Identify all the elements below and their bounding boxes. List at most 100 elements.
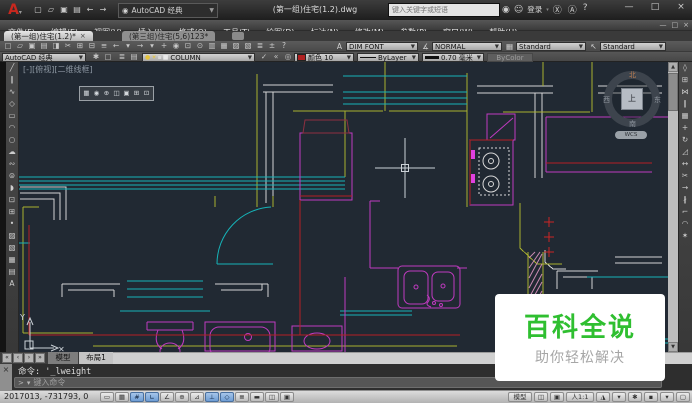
zoom-previous-icon[interactable]: ⊙ [194, 41, 206, 51]
last-layout-button[interactable]: » [35, 353, 45, 363]
next-layout-button[interactable]: › [24, 353, 34, 363]
color-dropdown[interactable]: 颜色 10 ▼ [294, 53, 354, 62]
file-tab-active[interactable]: (第一组)住宅(1.2)* × [4, 31, 93, 41]
lineweight-dropdown[interactable]: 0.70 毫米 ▼ [422, 53, 484, 62]
layer-dropdown[interactable]: ● ☀ ▪ ■ COLUMN ▼ [142, 53, 255, 62]
layer-isolate-icon[interactable]: ◎ [282, 52, 294, 62]
open-icon[interactable]: ▱ [14, 41, 26, 51]
ellipse-arc-icon[interactable]: ◗ [6, 182, 18, 194]
dim-style-dropdown[interactable]: NORMAL ▼ [432, 42, 502, 51]
linetype-dropdown[interactable]: ByLayer ▼ [357, 53, 419, 62]
workspace-settings-icon[interactable]: ✱ [90, 52, 102, 62]
scale-icon[interactable]: ◿ [679, 146, 691, 158]
layer-states-icon[interactable]: ▤ [128, 52, 140, 62]
rectangle-icon[interactable]: ▭ [6, 110, 18, 122]
toolbar-lock-button[interactable]: ▪ [644, 392, 658, 402]
workspace-switching-button[interactable]: ✱ [628, 392, 642, 402]
undo-caret-icon[interactable]: ▾ [122, 41, 134, 51]
help-icon[interactable]: ? [278, 41, 290, 51]
copy-clip-icon[interactable]: ⊞ [74, 41, 86, 51]
new-tab-button[interactable] [232, 32, 244, 40]
snap-toggle[interactable]: ▦ [115, 392, 129, 402]
quickcalc-icon[interactable]: ± [266, 41, 278, 51]
clean-screen-button[interactable]: ▢ [676, 392, 690, 402]
vertical-scrollbar[interactable]: ▲ ▼ [668, 62, 678, 352]
mirror-icon[interactable]: ⋈ [679, 86, 691, 98]
viewcube-wcs-menu[interactable]: WCS [615, 131, 647, 139]
save-icon[interactable]: ▣ [26, 41, 38, 51]
gradient-icon[interactable]: ▧ [6, 242, 18, 254]
help-icon[interactable]: ? [583, 3, 588, 16]
otrack-toggle[interactable]: ⊥ [205, 392, 219, 402]
snap-intersection-icon[interactable]: ⊞ [132, 88, 141, 99]
layer-lock-icon[interactable]: ▪ [158, 54, 162, 62]
new-file-icon[interactable]: ▢ [2, 41, 14, 51]
grid-toggle[interactable]: # [130, 392, 144, 402]
open-icon[interactable]: ▱ [45, 2, 57, 18]
paste-icon[interactable]: ⊟ [86, 41, 98, 51]
minimize-button[interactable]: — [622, 2, 636, 12]
infer-constraints-toggle[interactable]: ▭ [100, 392, 114, 402]
make-block-icon[interactable]: ⊞ [6, 206, 18, 218]
snap-settings-icon[interactable]: ⊡ [142, 88, 151, 99]
undo-icon[interactable]: ← [110, 41, 122, 51]
layer-color-chip-icon[interactable]: ■ [163, 54, 169, 62]
copy-icon[interactable]: ⊞ [679, 74, 691, 86]
erase-icon[interactable]: ◊ [679, 62, 691, 74]
markup-icon[interactable]: ≣ [254, 41, 266, 51]
explode-icon[interactable]: ✶ [679, 230, 691, 242]
line-icon[interactable]: ╱ [6, 62, 18, 74]
model-tab[interactable]: 模型 [48, 352, 78, 364]
layer-properties-manager-icon[interactable]: ≣ [116, 52, 128, 62]
my-workspace-icon[interactable]: ▢ [102, 52, 114, 62]
recent-commands-icon[interactable]: ▾ [27, 379, 31, 387]
match-properties-icon[interactable]: ≡ [98, 41, 110, 51]
properties-icon[interactable]: ▥ [206, 41, 218, 51]
a360-icon[interactable]: Ⓐ [568, 3, 577, 16]
trim-icon[interactable]: ✂ [679, 170, 691, 182]
workspace-dropdown[interactable]: ◉ AutoCAD 经典 ▼ [118, 3, 218, 18]
osnap-toggle[interactable]: ⊕ [175, 392, 189, 402]
compass-east-label[interactable]: 东 [654, 95, 661, 105]
table-style-dropdown[interactable]: Standard ▼ [516, 42, 586, 51]
save-icon[interactable]: ▣ [58, 2, 70, 18]
arc-icon[interactable]: ◠ [6, 122, 18, 134]
multileader-style-dropdown[interactable]: Standard ▼ [600, 42, 666, 51]
transparency-toggle[interactable]: ◫ [265, 392, 279, 402]
polar-toggle[interactable]: ∠ [160, 392, 174, 402]
scrollbar-thumb[interactable] [668, 73, 678, 111]
new-file-icon[interactable]: ▢ [32, 2, 44, 18]
redo-icon[interactable]: → [97, 2, 109, 18]
tool-palettes-icon[interactable]: ▨ [230, 41, 242, 51]
coordinates-readout[interactable]: 2017013, -731793, 0 [4, 391, 88, 403]
close-button[interactable]: × [674, 2, 688, 12]
model-space-button[interactable]: 模型 [508, 392, 532, 402]
redo-caret-icon[interactable]: ▾ [146, 41, 158, 51]
snap-endpoint-icon[interactable]: ▦ [82, 88, 91, 99]
hatch-icon[interactable]: ▨ [6, 230, 18, 242]
status-menu-button[interactable]: ▾ [660, 392, 674, 402]
layer-previous-icon[interactable]: « [270, 52, 282, 62]
doc-restore-button[interactable]: □ [672, 21, 679, 30]
circle-icon[interactable]: ○ [6, 134, 18, 146]
chamfer-icon[interactable]: ⌐ [679, 206, 691, 218]
command-window-grip[interactable]: × [0, 364, 12, 390]
compass-west-label[interactable]: 西 [603, 95, 610, 105]
maximize-button[interactable]: □ [648, 2, 662, 12]
table-icon[interactable]: ▤ [6, 266, 18, 278]
point-icon[interactable]: • [6, 218, 18, 230]
sign-in-button[interactable]: 登录 [527, 4, 542, 15]
workspaces-dropdown[interactable]: AutoCAD 经典 ▼ [2, 53, 86, 62]
viewport-controls-label[interactable]: [-][俯视][二维线框] [23, 64, 93, 75]
move-icon[interactable]: + [679, 122, 691, 134]
pan-icon[interactable]: + [158, 41, 170, 51]
sheet-set-manager-icon[interactable]: ▧ [242, 41, 254, 51]
ellipse-icon[interactable]: ⊜ [6, 170, 18, 182]
plot-icon[interactable]: ▤ [71, 2, 83, 18]
plot-icon[interactable]: ▤ [38, 41, 50, 51]
compass-north-label[interactable]: 北 [629, 70, 636, 80]
redo-icon[interactable]: → [134, 41, 146, 51]
text-style-dropdown[interactable]: DIM FONT ▼ [346, 42, 418, 51]
annotation-scale-button[interactable]: 人1:1 [566, 392, 594, 402]
cut-icon[interactable]: ✂ [62, 41, 74, 51]
